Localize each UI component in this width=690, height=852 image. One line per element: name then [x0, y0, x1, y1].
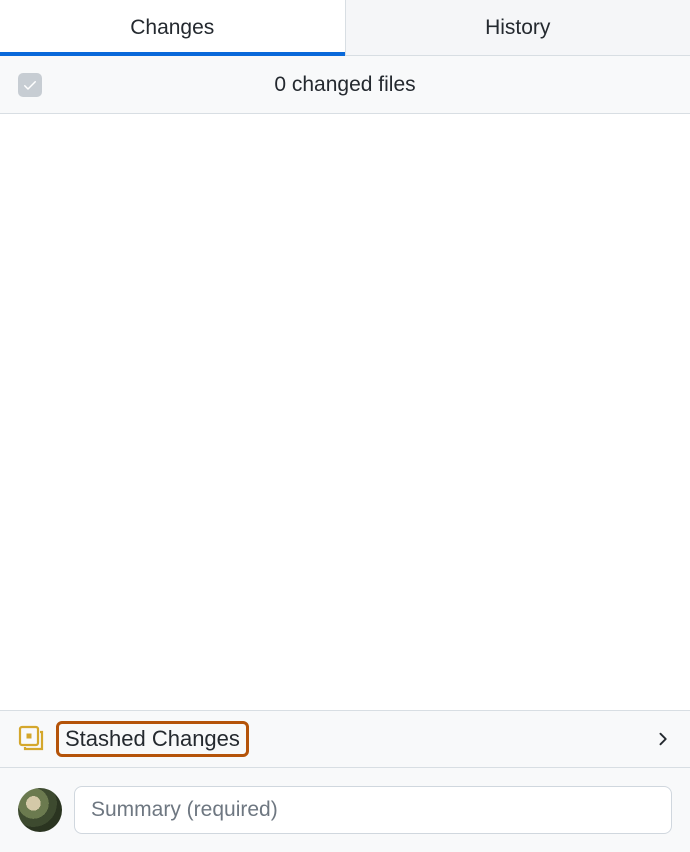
file-list	[0, 114, 690, 710]
tab-history[interactable]: History	[346, 0, 690, 55]
changed-files-count: 0 changed files	[274, 73, 415, 97]
commit-summary-input[interactable]	[74, 786, 672, 834]
tab-history-label: History	[485, 16, 550, 40]
chevron-right-icon	[652, 729, 672, 749]
tabs: Changes History	[0, 0, 690, 56]
file-header: 0 changed files	[0, 56, 690, 114]
tab-changes[interactable]: Changes	[0, 0, 346, 55]
avatar	[18, 788, 62, 832]
select-all-checkbox[interactable]	[18, 73, 42, 97]
stash-icon	[18, 725, 46, 753]
stashed-changes-label: Stashed Changes	[56, 721, 249, 757]
checkmark-icon	[22, 77, 38, 93]
tab-changes-label: Changes	[130, 16, 214, 40]
stashed-changes-row[interactable]: Stashed Changes	[0, 710, 690, 768]
commit-area	[0, 768, 690, 852]
